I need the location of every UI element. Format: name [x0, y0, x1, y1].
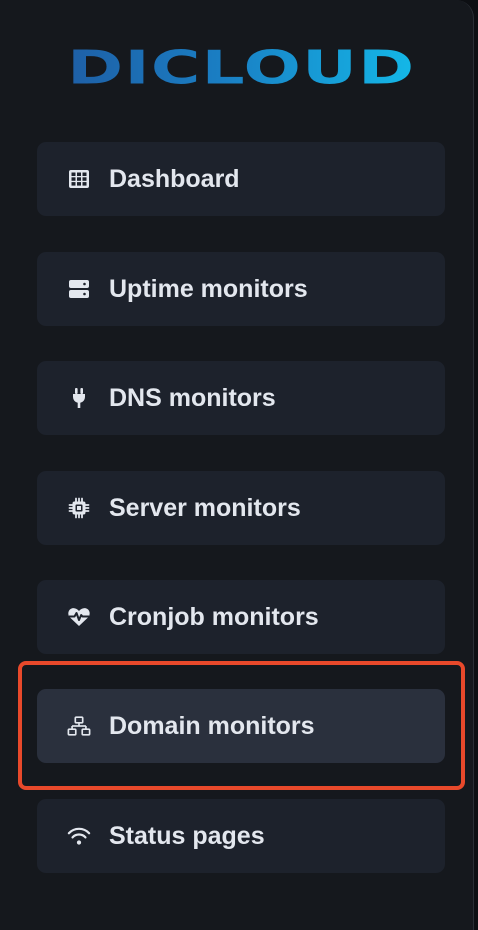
sidebar-item-uptime-monitors[interactable]: Uptime monitors: [37, 252, 445, 326]
sidebar-item-domain-monitors[interactable]: Domain monitors: [37, 689, 445, 763]
sidebar-item-status-pages[interactable]: Status pages: [37, 799, 445, 873]
heart-pulse-icon: [67, 605, 91, 629]
sidebar: DICLOUD Dashboard Uptime monitors DNS mo…: [0, 0, 474, 930]
sidebar-item-label: Dashboard: [109, 164, 240, 193]
sidebar-item-label: DNS monitors: [109, 383, 276, 412]
sidebar-item-cronjob-monitors[interactable]: Cronjob monitors: [37, 580, 445, 654]
sidebar-item-server-monitors[interactable]: Server monitors: [37, 471, 445, 545]
logo-text: DICLOUD: [66, 40, 416, 95]
sidebar-item-label: Cronjob monitors: [109, 602, 319, 631]
sidebar-item-label: Status pages: [109, 821, 265, 850]
sidebar-item-dashboard[interactable]: Dashboard: [37, 142, 445, 216]
sidebar-item-label: Server monitors: [109, 493, 301, 522]
cpu-chip-icon: [67, 496, 91, 520]
logo[interactable]: DICLOUD: [56, 40, 426, 96]
sidebar-item-label: Domain monitors: [109, 711, 315, 740]
sidebar-item-dns-monitors[interactable]: DNS monitors: [37, 361, 445, 435]
plug-icon: [67, 386, 91, 410]
server-icon: [67, 277, 91, 301]
sidebar-item-label: Uptime monitors: [109, 274, 308, 303]
table-icon: [67, 167, 91, 191]
network-icon: [67, 714, 91, 738]
wifi-icon: [67, 824, 91, 848]
